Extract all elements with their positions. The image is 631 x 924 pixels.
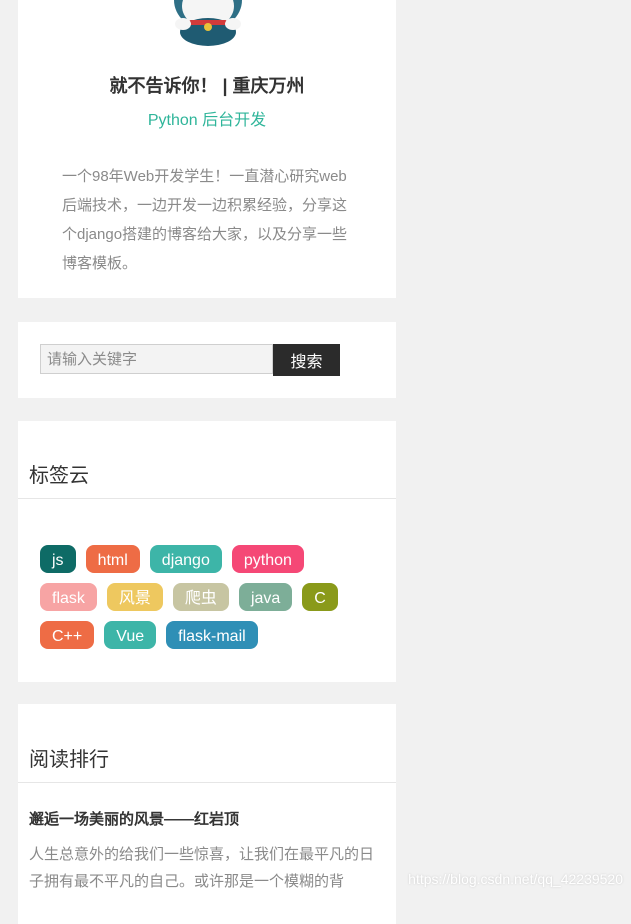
tag-爬虫[interactable]: 爬虫 (172, 583, 229, 611)
tag-cloud-card: 标签云 js html django python flask 风景 爬虫 java C C++ V… (18, 421, 396, 682)
watermark: https://blog.csdn.net/qq_42239520 (408, 871, 623, 887)
tag-row: js html django python (40, 545, 380, 573)
search-input[interactable] (40, 344, 273, 374)
search-card: 搜索 (18, 322, 396, 398)
profile-role: Python 后台开发 (147, 112, 267, 129)
tag-row: flask 风景 爬虫 java C (40, 583, 380, 611)
divider (18, 782, 396, 783)
rank-item-excerpt: 人生总意外的给我们一些惊喜，让我们在最平凡的日子拥有最不平凡的自己。或许那是一个… (29, 846, 375, 890)
tag-cloud-title: 标签云 (29, 465, 89, 487)
tag-row: C++ Vue flask-mail (40, 621, 380, 649)
profile-bio: 一个98年Web开发学生！一直潜心研究web后端技术，一边开发一边积累经验，分享… (62, 168, 348, 272)
profile-card: 就不告诉你！ | 重庆万州 Python 后台开发 一个98年Web开发学生！一… (18, 0, 396, 298)
search-button[interactable]: 搜索 (273, 344, 340, 376)
tag-html[interactable]: html (85, 545, 140, 573)
reading-rank-card: 阅读排行 邂逅一场美丽的风景——红岩顶 人生总意外的给我们一些惊喜，让我们在最平… (18, 704, 396, 924)
tag-js[interactable]: js (40, 545, 76, 573)
tag-flask-mail[interactable]: flask-mail (166, 621, 258, 649)
rank-item-title[interactable]: 邂逅一场美丽的风景——红岩顶 (29, 808, 239, 829)
tag-vue[interactable]: Vue (104, 621, 157, 649)
tag-风景[interactable]: 风景 (106, 583, 163, 611)
divider (18, 498, 396, 499)
tag-c++[interactable]: C++ (40, 621, 95, 649)
tag-c[interactable]: C (302, 583, 338, 611)
reading-rank-title: 阅读排行 (29, 749, 109, 771)
avatar (174, 0, 242, 46)
tag-java[interactable]: java (238, 583, 293, 611)
tag-django[interactable]: django (149, 545, 222, 573)
tag-python[interactable]: python (231, 545, 304, 573)
tag-flask[interactable]: flask (40, 583, 97, 611)
tag-list: js html django python flask 风景 爬虫 java C C++ Vue fl… (40, 545, 380, 659)
profile-name: 就不告诉你！ | 重庆万州 (109, 76, 305, 96)
